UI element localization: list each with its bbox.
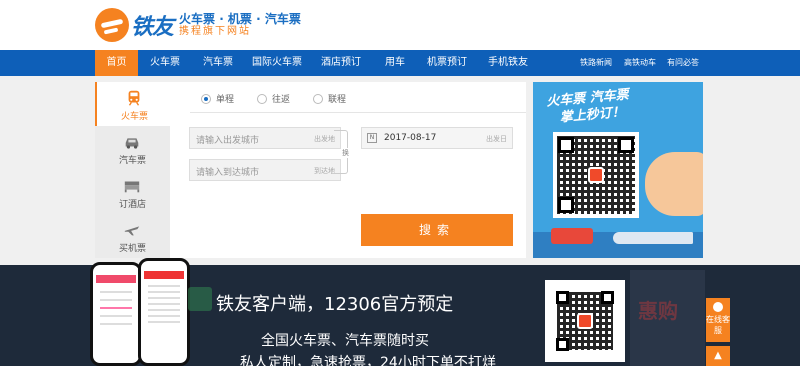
- nav-intl-train[interactable]: 国际火车票: [246, 50, 308, 76]
- from-tag: 出发地: [314, 135, 335, 143]
- train-illustration: [613, 232, 693, 244]
- sidebar-item-bus[interactable]: 汽车票: [95, 126, 170, 170]
- main-nav: 首页 火车票 汽车票 国际火车票 酒店预订 用车 机票预订 手机铁友 铁路新闻 …: [0, 50, 800, 76]
- bed-icon: [124, 181, 140, 193]
- from-placeholder: 请输入出发城市: [196, 136, 260, 146]
- product-sidebar: 火车票 汽车票 订酒店 买机票: [95, 82, 170, 258]
- sidebar-item-label: 订酒店: [118, 200, 146, 210]
- nav-home[interactable]: 首页: [95, 50, 138, 76]
- hand-illustration: [645, 152, 703, 216]
- bus-illustration: [551, 228, 593, 244]
- to-city-input[interactable]: 请输入到达城市 到达地: [189, 159, 341, 181]
- phone-mockup: [138, 258, 190, 366]
- app-logo-icon: [588, 167, 604, 183]
- nav-hotel[interactable]: 酒店预订: [314, 50, 368, 76]
- logo-brand: 铁友: [131, 15, 174, 40]
- to-placeholder: 请输入到达城市: [196, 168, 260, 178]
- from-city-input[interactable]: 请输入出发城市 出发地: [189, 127, 341, 149]
- swap-label: 换: [342, 148, 349, 158]
- back-to-top-button[interactable]: ▲: [706, 346, 730, 366]
- nav-car[interactable]: 用车: [375, 50, 415, 76]
- trip-one-way[interactable]: 单程: [201, 92, 234, 105]
- plane-icon: [124, 226, 140, 236]
- nav-highspeed[interactable]: 高铁动车: [620, 50, 660, 76]
- nav-bus-tickets[interactable]: 汽车票: [192, 50, 244, 76]
- banner-title: 铁友客户端，12306官方预定: [216, 294, 454, 315]
- date-input[interactable]: N 2017-08-17 出发日: [361, 127, 513, 149]
- site-logo[interactable]: 铁友 火车票 · 机票 · 汽车票 携程旗下网站: [95, 6, 301, 44]
- divider: [190, 112, 526, 113]
- trip-label: 往返: [272, 95, 291, 105]
- radio-icon: [257, 93, 267, 104]
- app-logo-icon: [577, 313, 593, 329]
- date-value: 2017-08-17: [384, 133, 437, 143]
- banner-deco-text: 惠购: [638, 299, 678, 323]
- trip-label: 联程: [328, 95, 347, 105]
- user-icon: [713, 302, 723, 312]
- radio-icon: [201, 93, 211, 104]
- radio-icon: [313, 93, 323, 104]
- online-service-label: 在线客服: [706, 315, 730, 335]
- nav-flights[interactable]: 机票预订: [420, 50, 474, 76]
- banner-line3: 私人定制，急速抢票，24小时下单不打烊: [240, 355, 496, 366]
- to-tag: 到达地: [314, 167, 335, 175]
- trip-round[interactable]: 往返: [257, 92, 290, 105]
- app-promo[interactable]: 火车票 汽车票 掌上秒订！: [533, 82, 703, 258]
- nav-mobile[interactable]: 手机铁友: [480, 50, 536, 76]
- sidebar-item-flight[interactable]: 买机票: [95, 214, 170, 258]
- date-tag: 出发日: [486, 135, 507, 143]
- promo-title: 火车票 汽车票 掌上秒订！: [546, 86, 631, 127]
- banner-line2: 全国火车票、汽车票随时买: [261, 333, 429, 349]
- trip-label: 单程: [216, 95, 235, 105]
- nav-rail-news[interactable]: 铁路新闻: [576, 50, 616, 76]
- search-button[interactable]: 搜索: [361, 214, 513, 246]
- nav-qa[interactable]: 有问必答: [663, 50, 703, 76]
- trip-multi[interactable]: 联程: [313, 92, 346, 105]
- logo-mark-icon: [95, 8, 129, 42]
- car-icon: [125, 138, 139, 149]
- site-header: 铁友 火车票 · 机票 · 汽车票 携程旗下网站: [0, 0, 800, 50]
- train-icon: [128, 90, 140, 106]
- sidebar-item-train[interactable]: 火车票: [95, 82, 170, 126]
- sidebar-item-label: 汽车票: [118, 156, 146, 166]
- logo-subline: 携程旗下网站: [179, 26, 252, 37]
- calendar-icon: N: [367, 133, 377, 143]
- phone-mockup: [90, 262, 142, 366]
- qr-code: [553, 132, 639, 218]
- app-icon: [188, 287, 212, 311]
- logo-tagline: 火车票 · 机票 · 汽车票: [179, 12, 301, 26]
- nav-train-tickets[interactable]: 火车票: [140, 50, 190, 76]
- banner-qr-code: [545, 280, 625, 362]
- sidebar-item-label: 买机票: [118, 244, 146, 254]
- sidebar-item-label: 火车票: [120, 112, 148, 122]
- sidebar-item-hotel[interactable]: 订酒店: [95, 170, 170, 214]
- online-service-button[interactable]: 在线客服: [706, 298, 730, 342]
